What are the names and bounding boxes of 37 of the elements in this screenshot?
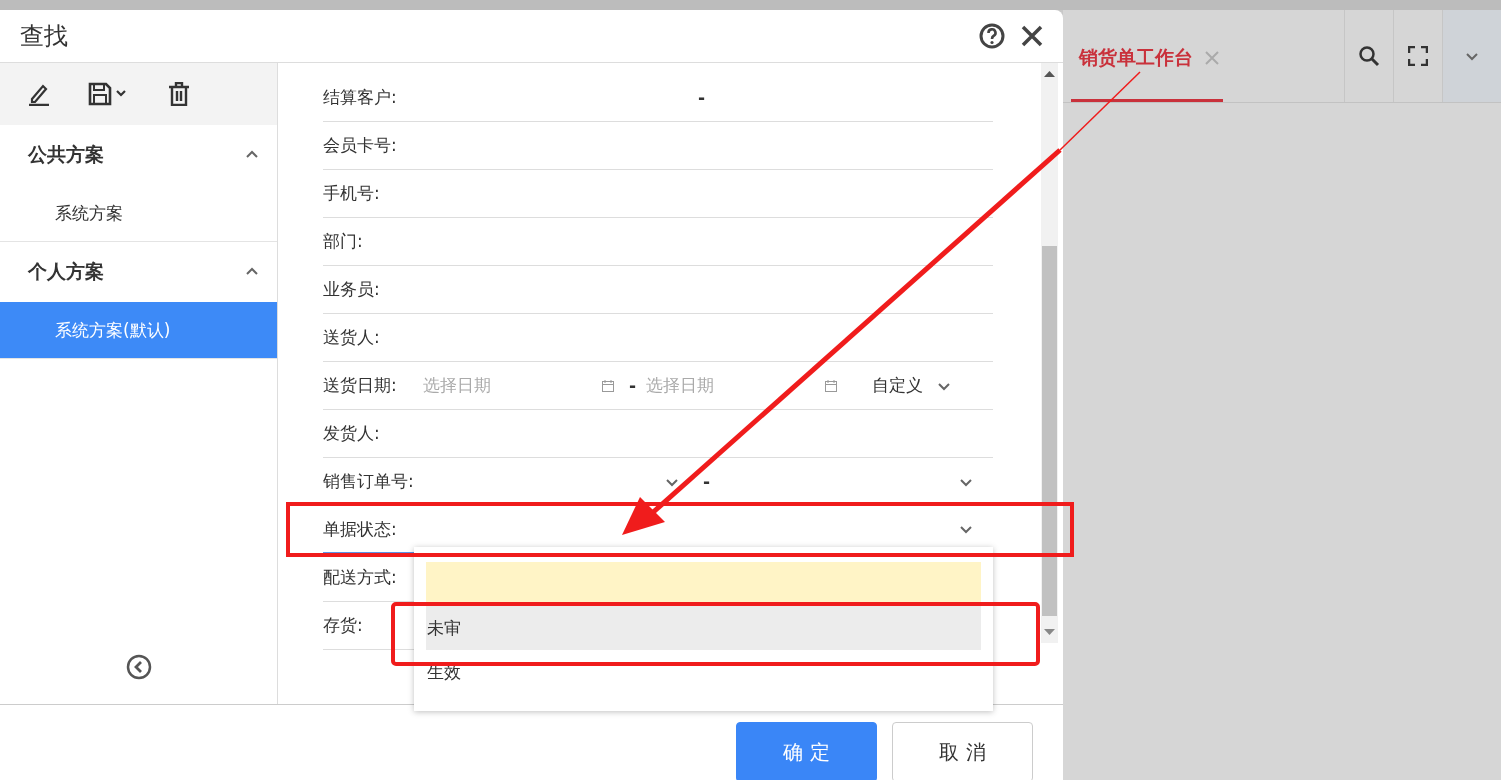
dialog-title: 查找 bbox=[20, 21, 68, 52]
scroll-down-icon[interactable] bbox=[1044, 629, 1055, 635]
range-separator: - bbox=[629, 375, 637, 396]
field-label: 结算客户: bbox=[323, 86, 398, 109]
preset-select[interactable]: 自定义 bbox=[872, 374, 924, 397]
field-label: 送货人: bbox=[323, 326, 381, 349]
range-separator: - bbox=[703, 471, 711, 492]
calendar-icon[interactable] bbox=[824, 378, 839, 393]
calendar-icon[interactable] bbox=[601, 378, 615, 393]
range-separator: - bbox=[698, 87, 706, 108]
field-label: 销售订单号: bbox=[323, 470, 415, 493]
scheme-group-title: 公共方案 bbox=[28, 142, 104, 167]
scheme-item[interactable]: 系统方案 bbox=[0, 185, 277, 241]
field-label: 业务员: bbox=[323, 278, 381, 301]
close-icon[interactable] bbox=[1021, 25, 1043, 47]
scheme-group-title: 个人方案 bbox=[28, 259, 104, 284]
field-label: 部门: bbox=[323, 230, 364, 253]
field-label: 送货日期: bbox=[323, 374, 398, 397]
fullscreen-icon[interactable] bbox=[1408, 46, 1428, 66]
scrollbar[interactable] bbox=[1041, 63, 1058, 643]
field-label: 单据状态: bbox=[323, 517, 398, 541]
dropdown-option[interactable]: 未审 bbox=[426, 606, 981, 650]
field-label: 配送方式: bbox=[323, 566, 398, 589]
delete-icon[interactable] bbox=[168, 82, 190, 106]
field-label: 存货: bbox=[323, 614, 364, 637]
workbench-tab[interactable]: 销货单工作台 bbox=[1071, 10, 1223, 102]
cancel-button[interactable]: 取 消 bbox=[892, 722, 1033, 780]
collapse-left-icon[interactable] bbox=[125, 654, 152, 680]
field-label: 会员卡号: bbox=[323, 134, 398, 157]
search-icon[interactable] bbox=[1358, 45, 1380, 67]
field-label: 发货人: bbox=[323, 422, 381, 445]
dropdown-option[interactable]: 生效 bbox=[426, 650, 981, 694]
confirm-button[interactable]: 确 定 bbox=[736, 722, 877, 780]
help-icon[interactable] bbox=[979, 23, 1005, 49]
edit-icon[interactable] bbox=[28, 82, 50, 106]
field-label: 手机号: bbox=[323, 182, 381, 205]
scroll-up-icon[interactable] bbox=[1044, 71, 1055, 77]
